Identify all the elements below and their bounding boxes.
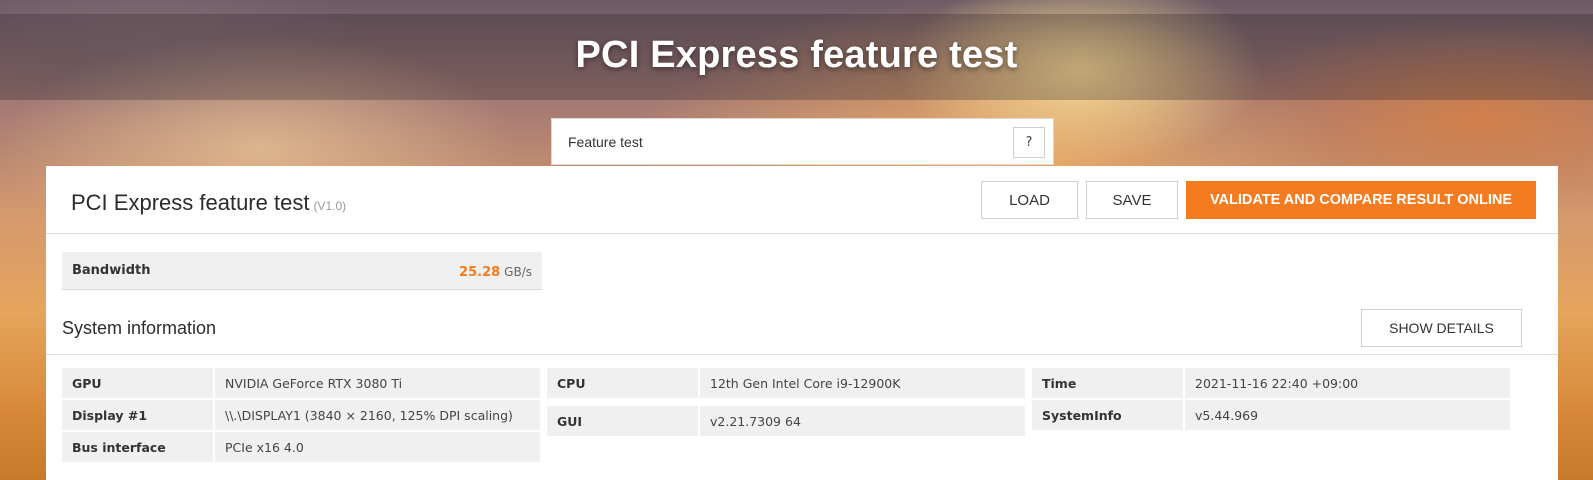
info-row-gpu: GPU NVIDIA GeForce RTX 3080 Ti: [62, 368, 540, 398]
system-information-title: System information: [62, 318, 217, 338]
info-row-gui: GUI v2.21.7309 64: [547, 406, 1025, 436]
result-version: (V1.0): [313, 199, 347, 213]
show-details-button[interactable]: SHOW DETAILS: [1361, 309, 1522, 347]
info-value: NVIDIA GeForce RTX 3080 Ti: [215, 368, 540, 398]
info-value: v2.21.7309 64: [700, 406, 1025, 436]
page-title: PCI Express feature test: [575, 34, 1018, 76]
info-key: Display #1: [62, 400, 213, 430]
info-row-display: Display #1 \\.\DISPLAY1 (3840 × 2160, 12…: [62, 400, 540, 430]
info-value: 2021-11-16 22:40 +09:00: [1185, 368, 1510, 398]
bandwidth-unit: GB/s: [504, 265, 532, 279]
divider: [46, 354, 1558, 355]
bandwidth-label: Bandwidth: [72, 263, 151, 278]
info-value: 12th Gen Intel Core i9-12900K: [700, 368, 1025, 398]
sysinfo-column-2: CPU 12th Gen Intel Core i9-12900K GUI v2…: [547, 368, 1025, 438]
result-header: PCI Express feature test (V1.0) LOAD SAVE…: [46, 166, 1558, 234]
info-key: Time: [1032, 368, 1183, 398]
result-panel: PCI Express feature test (V1.0) LOAD SAVE…: [46, 166, 1558, 480]
result-title-text: PCI Express feature test: [71, 190, 310, 215]
bandwidth-value: 25.28: [459, 265, 501, 280]
save-button[interactable]: SAVE: [1086, 181, 1178, 219]
bandwidth-score: 25.28 GB/s: [459, 261, 532, 280]
help-button[interactable]: ?: [1013, 127, 1045, 158]
info-key: SystemInfo: [1032, 400, 1183, 430]
info-value: \\.\DISPLAY1 (3840 × 2160, 125% DPI scal…: [215, 400, 540, 430]
tab-label: Feature test: [568, 133, 643, 150]
sysinfo-column-1: GPU NVIDIA GeForce RTX 3080 Ti Display #…: [62, 368, 540, 464]
bandwidth-row: Bandwidth 25.28 GB/s: [62, 252, 542, 290]
info-key: Bus interface: [62, 432, 213, 462]
info-value: v5.44.969: [1185, 400, 1510, 430]
info-key: CPU: [547, 368, 698, 398]
info-key: GPU: [62, 368, 213, 398]
info-row-systeminfo: SystemInfo v5.44.969: [1032, 400, 1510, 430]
tab-feature-test[interactable]: Feature test ?: [551, 118, 1054, 165]
sysinfo-column-3: Time 2021-11-16 22:40 +09:00 SystemInfo …: [1032, 368, 1510, 432]
info-row-time: Time 2021-11-16 22:40 +09:00: [1032, 368, 1510, 398]
result-title: PCI Express feature test (V1.0): [71, 190, 346, 216]
info-row-bus-interface: Bus interface PCIe x16 4.0: [62, 432, 540, 462]
info-row-cpu: CPU 12th Gen Intel Core i9-12900K: [547, 368, 1025, 398]
load-button[interactable]: LOAD: [981, 181, 1078, 219]
info-key: GUI: [547, 406, 698, 436]
validate-compare-button[interactable]: VALIDATE AND COMPARE RESULT ONLINE: [1186, 181, 1536, 219]
info-value: PCIe x16 4.0: [215, 432, 540, 462]
